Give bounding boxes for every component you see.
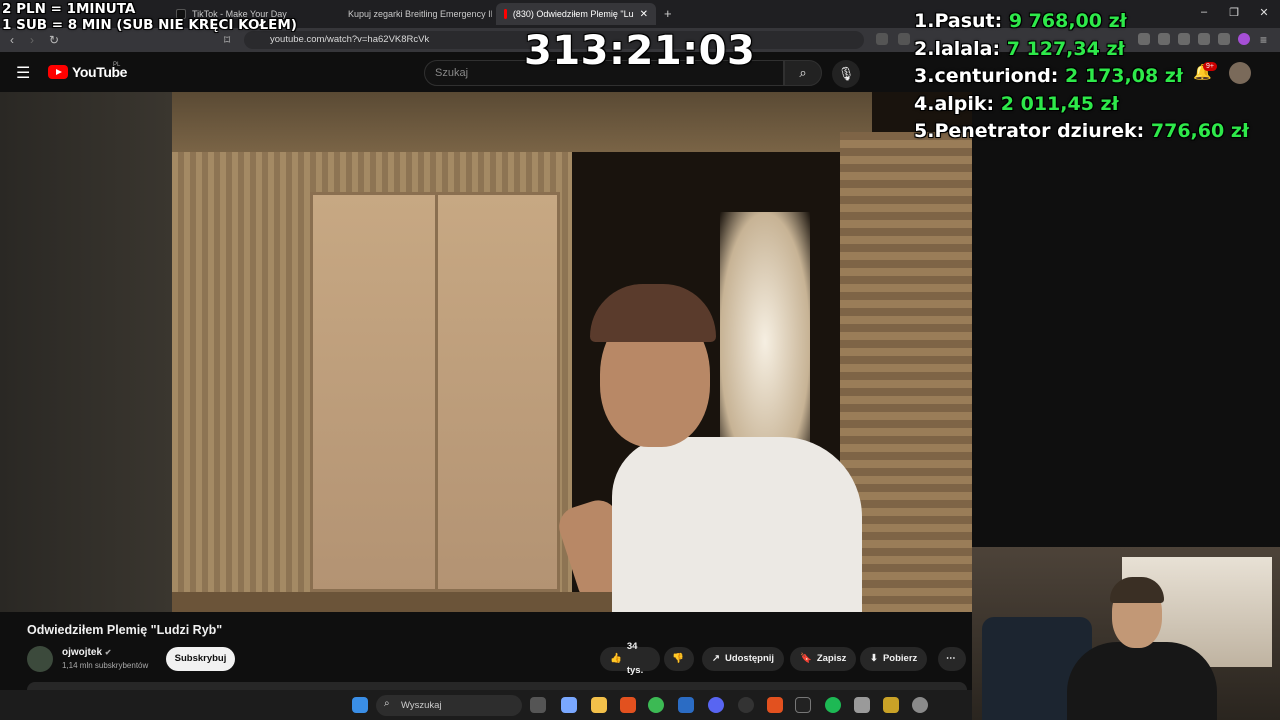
channel-avatar[interactable]: [27, 646, 53, 672]
right-panel: [972, 92, 1280, 547]
spotify-icon[interactable]: [825, 697, 841, 713]
youtube-icon: [504, 9, 507, 19]
video-scene-left: [0, 92, 172, 612]
windows-start-icon[interactable]: [352, 697, 368, 713]
thumbs-down-icon: 👎: [672, 653, 684, 664]
channel-name[interactable]: ojwojtek ✔: [62, 647, 112, 658]
donation-rate-overlay: 2 PLN = 1MINUTA 1 SUB = 8 MIN (SUB NIE K…: [2, 1, 297, 33]
channel-subscribers: 1,14 mln subskrybentów: [62, 661, 149, 670]
video-person-cap: [590, 284, 716, 342]
dislike-button[interactable]: 👎: [664, 647, 694, 671]
task-view-icon[interactable]: [530, 697, 546, 713]
video-scene-floor: [172, 592, 612, 612]
subscribe-button[interactable]: Subskrybuj: [166, 647, 235, 671]
region-label: PL: [113, 62, 121, 68]
share-label: Udostępnij: [724, 653, 775, 664]
taskbar-search[interactable]: Wyszukaj: [376, 695, 522, 716]
verified-icon: ✔: [104, 648, 112, 657]
download-label: Pobierz: [882, 653, 918, 664]
cast-icon[interactable]: [876, 33, 888, 45]
share-arrow-icon: ↗: [712, 653, 720, 664]
brave-window-icon[interactable]: [767, 697, 783, 713]
video-scene-door-split: [435, 192, 438, 592]
forward-icon[interactable]: ›: [30, 33, 34, 47]
reload-icon[interactable]: ↻: [49, 33, 59, 47]
leaderboard-row: 3.centuriond: 2 173,08 zł: [914, 65, 1183, 87]
windows-taskbar: Wyszukaj ⌕: [0, 690, 972, 720]
leaderboard-row: 2.lalala: 7 127,34 zł: [914, 37, 1125, 60]
video-scene-window-light: [720, 212, 810, 472]
save-label: Zapisz: [816, 653, 847, 664]
share-button[interactable]: ↗ Udostępnij: [702, 647, 785, 671]
subathon-timer: 313:21:03: [524, 28, 756, 74]
taskbar-search-icon: ⌕: [384, 698, 390, 709]
youtube-play-icon: [48, 65, 68, 79]
share-icon[interactable]: [898, 33, 910, 45]
search-button[interactable]: ⌕: [784, 60, 822, 86]
thumbs-up-icon: 👍: [610, 653, 622, 664]
like-count: 34 tys.: [626, 641, 644, 676]
file-explorer-icon[interactable]: [591, 697, 607, 713]
league-icon[interactable]: [883, 697, 899, 713]
tab-label: Kupuj zegarki Breitling Emergency II: [348, 9, 492, 19]
rate-line-2: 1 SUB = 8 MIN (SUB NIE KRĘCI KOŁEM): [2, 17, 297, 33]
mic-icon: 🎙: [837, 66, 855, 81]
donation-leaderboard: 1.Pasut: 9 768,00 zł 2.lalala: 7 127,34 …: [914, 8, 1249, 146]
tab-breitling[interactable]: Kupuj zegarki Breitling Emergency II: [334, 3, 492, 25]
webcam-person-body: [1067, 642, 1217, 720]
hamburger-icon[interactable]: ☰: [16, 63, 30, 83]
video-scene-ceiling: [172, 92, 872, 152]
leaderboard-row: 1.Pasut: 9 768,00 zł: [914, 10, 1127, 32]
back-icon[interactable]: ‹: [10, 33, 14, 47]
tab-label: (830) Odwiedziłem Plemię "Lu: [512, 9, 634, 19]
like-button[interactable]: 👍 34 tys.: [600, 641, 660, 676]
store-icon[interactable]: [678, 697, 694, 713]
download-icon: ⬇: [870, 653, 878, 664]
download-button[interactable]: ⬇ Pobierz: [860, 647, 928, 671]
search-icon: ⌕: [799, 65, 807, 80]
close-icon[interactable]: ✕: [640, 9, 648, 20]
discord-icon[interactable]: [708, 697, 724, 713]
tab-youtube[interactable]: (830) Odwiedziłem Plemię "Lu ✕: [496, 3, 656, 25]
close-window-icon[interactable]: ✕: [1257, 6, 1271, 19]
voice-search-button[interactable]: 🎙: [832, 60, 860, 88]
bookmark-icon[interactable]: ⌑: [224, 33, 230, 47]
chrome-icon[interactable]: [648, 697, 664, 713]
menu-icon[interactable]: ≡: [1260, 33, 1267, 47]
more-actions-button[interactable]: ⋯: [938, 647, 966, 671]
obs-icon[interactable]: [738, 697, 754, 713]
bookmark-save-icon: 🔖: [800, 653, 812, 664]
brave-icon[interactable]: [620, 697, 636, 713]
calculator-icon[interactable]: [854, 697, 870, 713]
leaderboard-row: 4.alpik: 2 011,45 zł: [914, 92, 1119, 115]
video-person-shirt: [612, 437, 862, 612]
new-tab-icon[interactable]: +: [664, 6, 672, 21]
video-title: Odwiedziłem Plemię "Ludzi Ryb": [27, 623, 223, 637]
webcam-overlay: [972, 547, 1280, 720]
rate-line-1: 2 PLN = 1MINUTA: [2, 1, 136, 17]
save-button[interactable]: 🔖 Zapisz: [790, 647, 857, 671]
settings-gear-icon[interactable]: [912, 697, 928, 713]
more-icon: ⋯: [946, 653, 956, 664]
muza-icon[interactable]: [795, 697, 811, 713]
video-player[interactable]: [0, 92, 972, 612]
leaderboard-row: 5.Penetrator dziurek: 776,60 zł: [914, 120, 1249, 142]
copilot-icon[interactable]: [561, 697, 577, 713]
